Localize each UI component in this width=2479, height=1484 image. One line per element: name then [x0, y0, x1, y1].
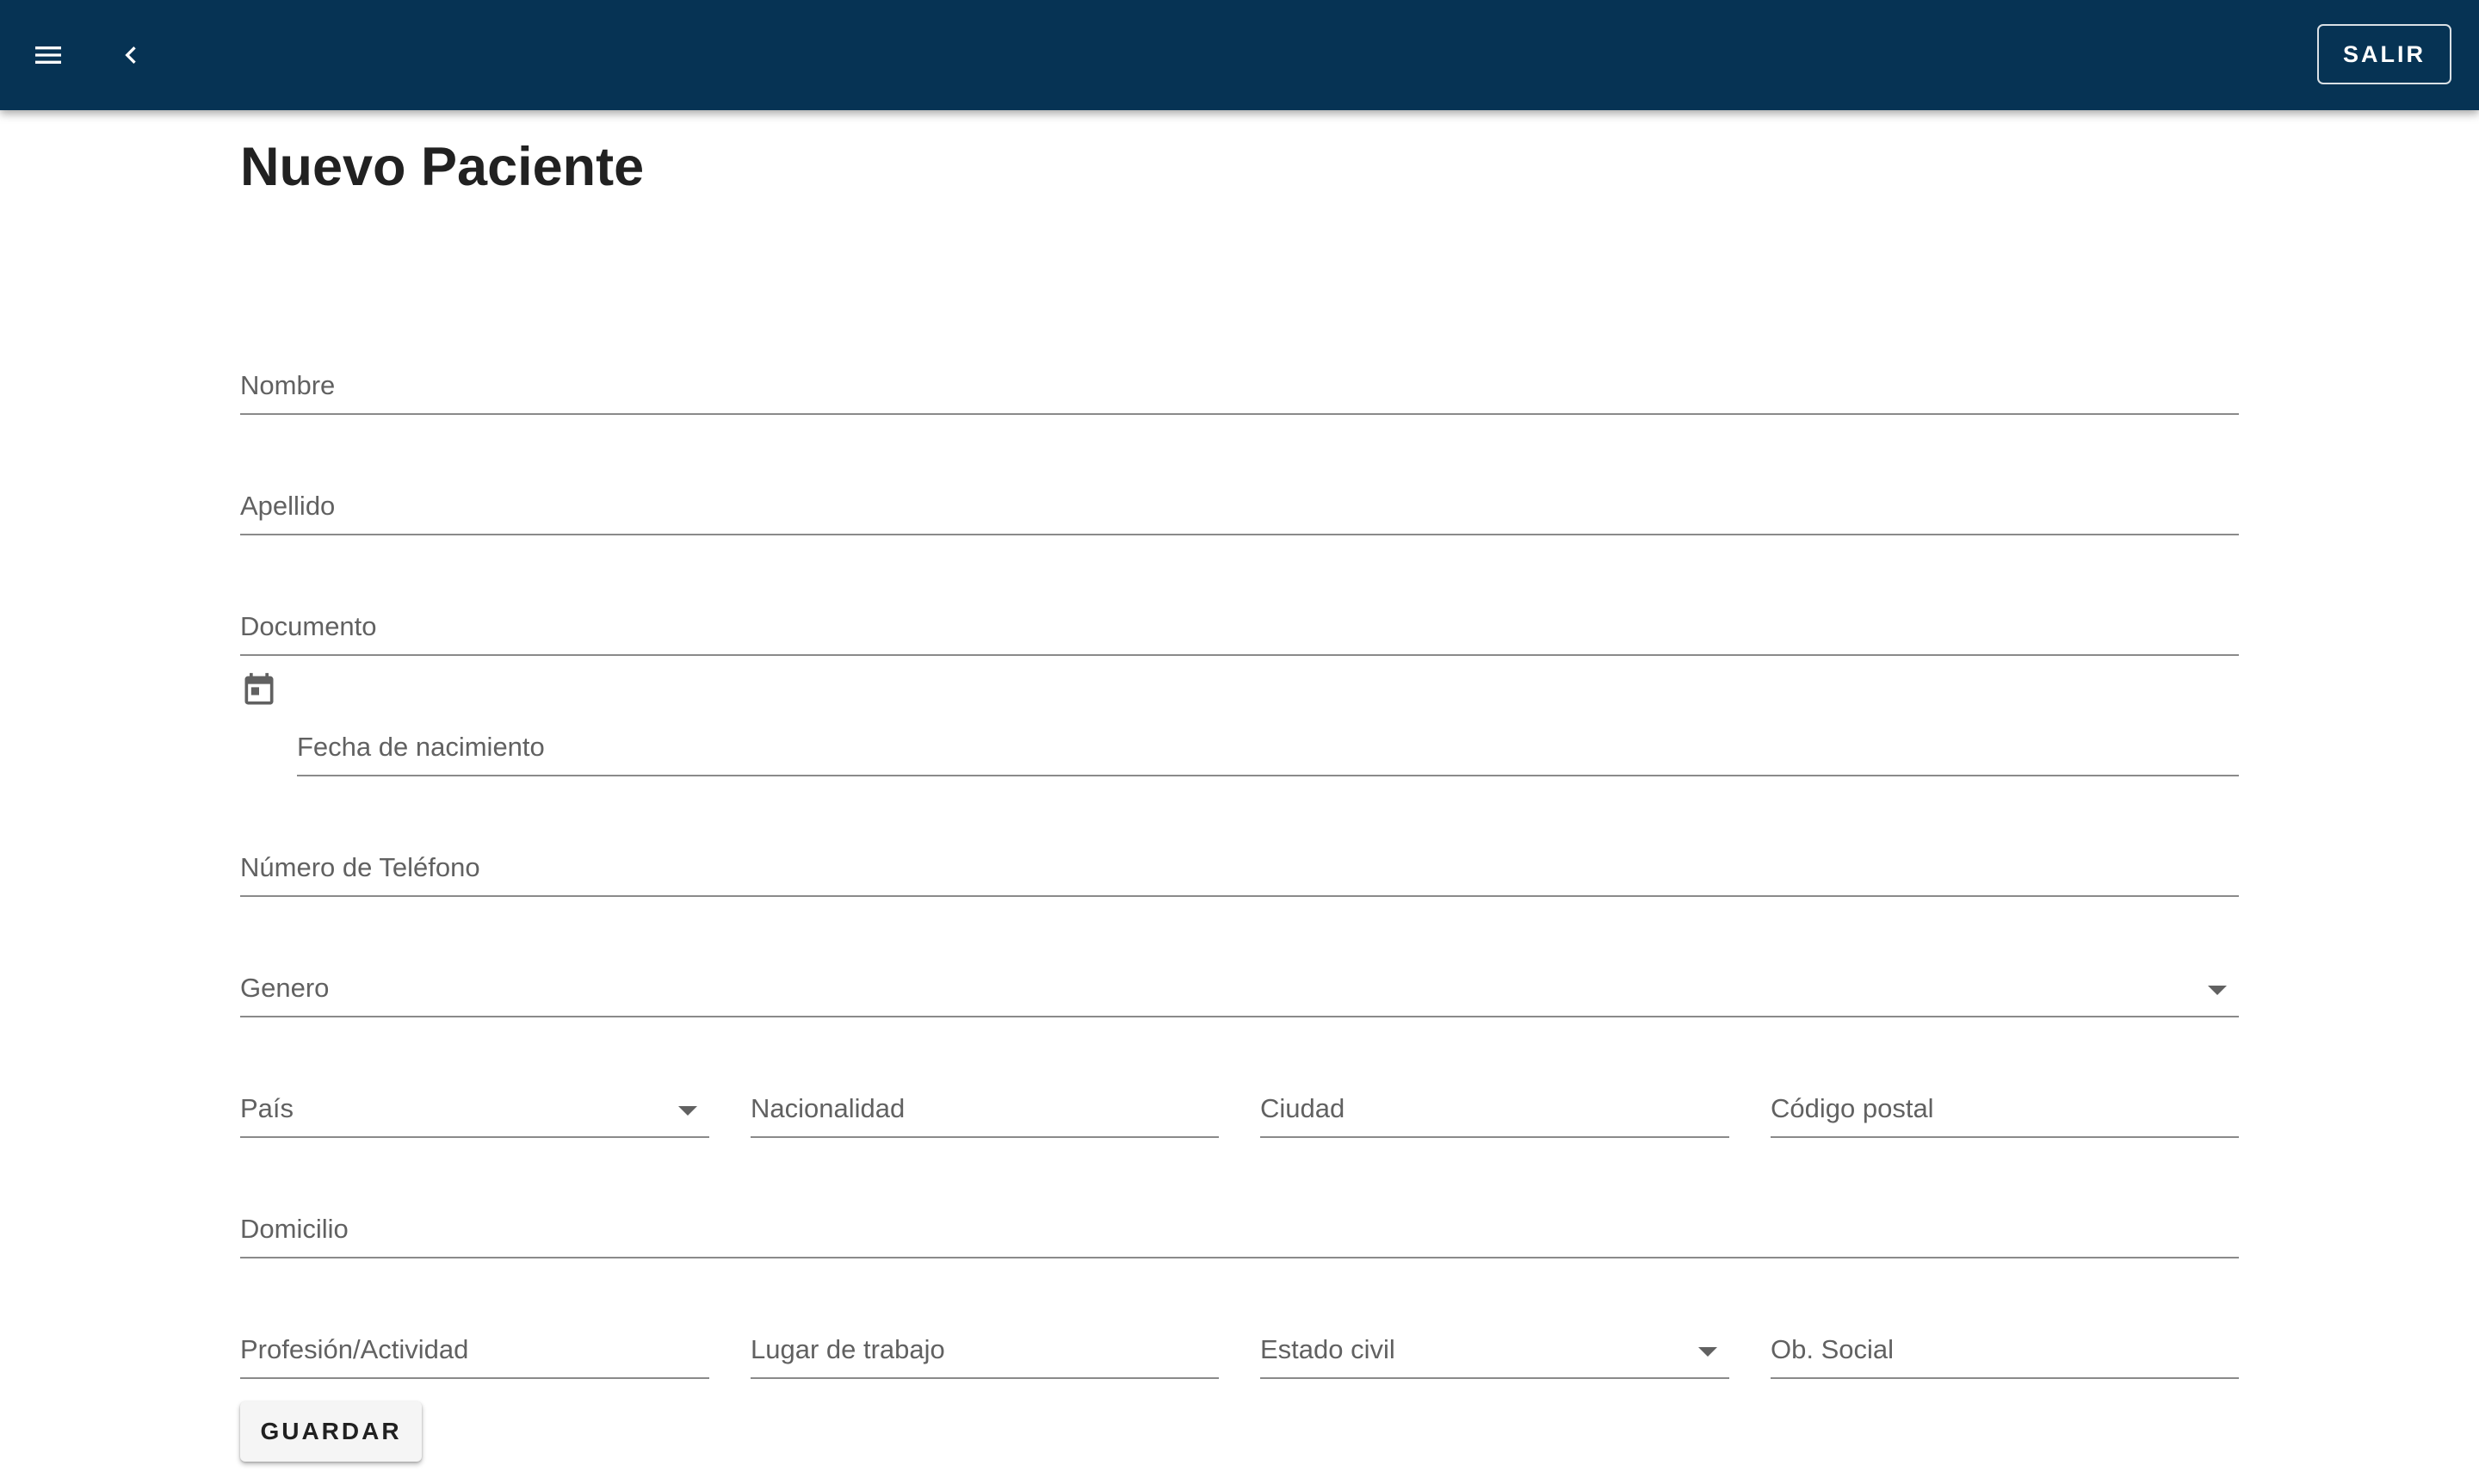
pais-label: País	[240, 1093, 294, 1123]
nacionalidad-field[interactable]: Nacionalidad	[751, 1083, 1219, 1138]
documento-label: Documento	[240, 611, 377, 641]
estado-civil-label: Estado civil	[1260, 1334, 1395, 1364]
back-button[interactable]	[96, 21, 165, 90]
menu-icon	[35, 46, 61, 64]
telefono-label: Número de Teléfono	[240, 852, 480, 882]
save-button[interactable]: GUARDAR	[240, 1401, 422, 1462]
estado-civil-select[interactable]: Estado civil	[1260, 1324, 1729, 1379]
page-title: Nuevo Paciente	[240, 137, 645, 197]
profesion-field[interactable]: Profesión/Actividad	[240, 1324, 709, 1379]
lugar-trabajo-field[interactable]: Lugar de trabajo	[751, 1324, 1219, 1379]
documento-field[interactable]: Documento	[240, 601, 2239, 656]
ciudad-field[interactable]: Ciudad	[1260, 1083, 1729, 1138]
obra-social-label: Ob. Social	[1771, 1334, 1895, 1364]
exit-button[interactable]: SALIR	[2317, 24, 2451, 84]
dropdown-arrow-icon	[1698, 1347, 1717, 1357]
genero-select[interactable]: Genero	[240, 962, 2239, 1017]
genero-label: Genero	[240, 973, 330, 1003]
nacionalidad-label: Nacionalidad	[751, 1093, 906, 1123]
pais-select[interactable]: País	[240, 1083, 709, 1138]
calendar-icon[interactable]	[240, 670, 278, 711]
chevron-left-icon	[125, 46, 136, 64]
fecha-nacimiento-label: Fecha de nacimiento	[297, 732, 545, 762]
apellido-label: Apellido	[240, 491, 336, 521]
app-bar: SALIR	[0, 0, 2479, 110]
codigo-postal-label: Código postal	[1771, 1093, 1934, 1123]
lugar-trabajo-label: Lugar de trabajo	[751, 1334, 945, 1364]
nombre-label: Nombre	[240, 370, 336, 400]
apellido-field[interactable]: Apellido	[240, 480, 2239, 535]
nombre-field[interactable]: Nombre	[240, 360, 2239, 415]
dropdown-arrow-icon	[678, 1106, 697, 1116]
domicilio-label: Domicilio	[240, 1214, 349, 1244]
domicilio-field[interactable]: Domicilio	[240, 1203, 2239, 1258]
telefono-field[interactable]: Número de Teléfono	[240, 842, 2239, 897]
ciudad-label: Ciudad	[1260, 1093, 1345, 1123]
menu-button[interactable]	[14, 21, 83, 90]
obra-social-field[interactable]: Ob. Social	[1771, 1324, 2239, 1379]
fecha-nacimiento-field[interactable]: Fecha de nacimiento	[297, 721, 2239, 776]
dropdown-arrow-icon	[2208, 986, 2227, 995]
profesion-label: Profesión/Actividad	[240, 1334, 469, 1364]
codigo-postal-field[interactable]: Código postal	[1771, 1083, 2239, 1138]
